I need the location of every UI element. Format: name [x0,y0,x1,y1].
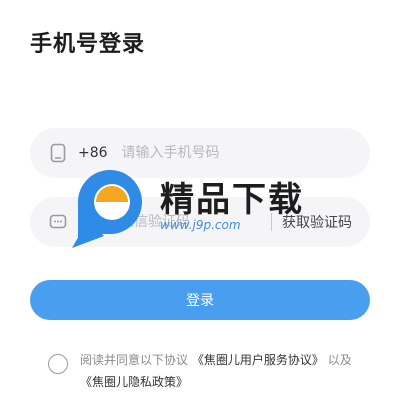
get-code-button[interactable]: 获取验证码 [282,212,352,232]
agreement-prefix: 阅读并同意以下协议 [80,353,189,367]
page-title: 手机号登录 [30,32,146,57]
message-icon [48,212,68,232]
country-code[interactable]: +86 [78,145,108,161]
privacy-policy-link[interactable]: 《焦圈儿隐私政策》 [80,375,188,389]
phone-input[interactable] [121,145,322,161]
agreement-middle: 以及 [327,353,352,367]
code-input[interactable] [78,214,238,230]
phone-icon [48,143,68,163]
code-field[interactable]: 获取验证码 [30,197,370,247]
service-agreement-link[interactable]: 《焦圈儿用户服务协议》 [192,353,324,367]
field-divider [271,213,272,231]
agreement-radio[interactable] [48,354,68,374]
agreement-text: 阅读并同意以下协议 《焦圈儿用户服务协议》 以及 《焦圈儿隐私政策》 [80,349,370,393]
phone-field[interactable]: +86 [30,128,370,178]
login-button[interactable]: 登录 [30,280,370,320]
